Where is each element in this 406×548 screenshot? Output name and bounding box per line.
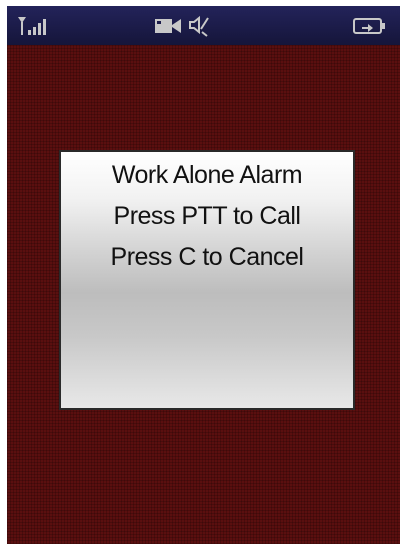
- cancel-instruction: Press C to Cancel: [110, 243, 304, 271]
- device-screen: Work Alone Alarm Press PTT to Call Press…: [7, 6, 400, 544]
- speaker-mute-icon: [189, 15, 209, 37]
- status-bar: [7, 6, 400, 45]
- video-camera-icon: [155, 19, 181, 33]
- battery-icon: [353, 18, 385, 34]
- work-alone-alarm-dialog: Work Alone Alarm Press PTT to Call Press…: [59, 150, 355, 410]
- alarm-title: Work Alone Alarm: [111, 161, 303, 189]
- signal-antenna-icon: [18, 17, 46, 35]
- ptt-instruction: Press PTT to Call: [113, 202, 301, 230]
